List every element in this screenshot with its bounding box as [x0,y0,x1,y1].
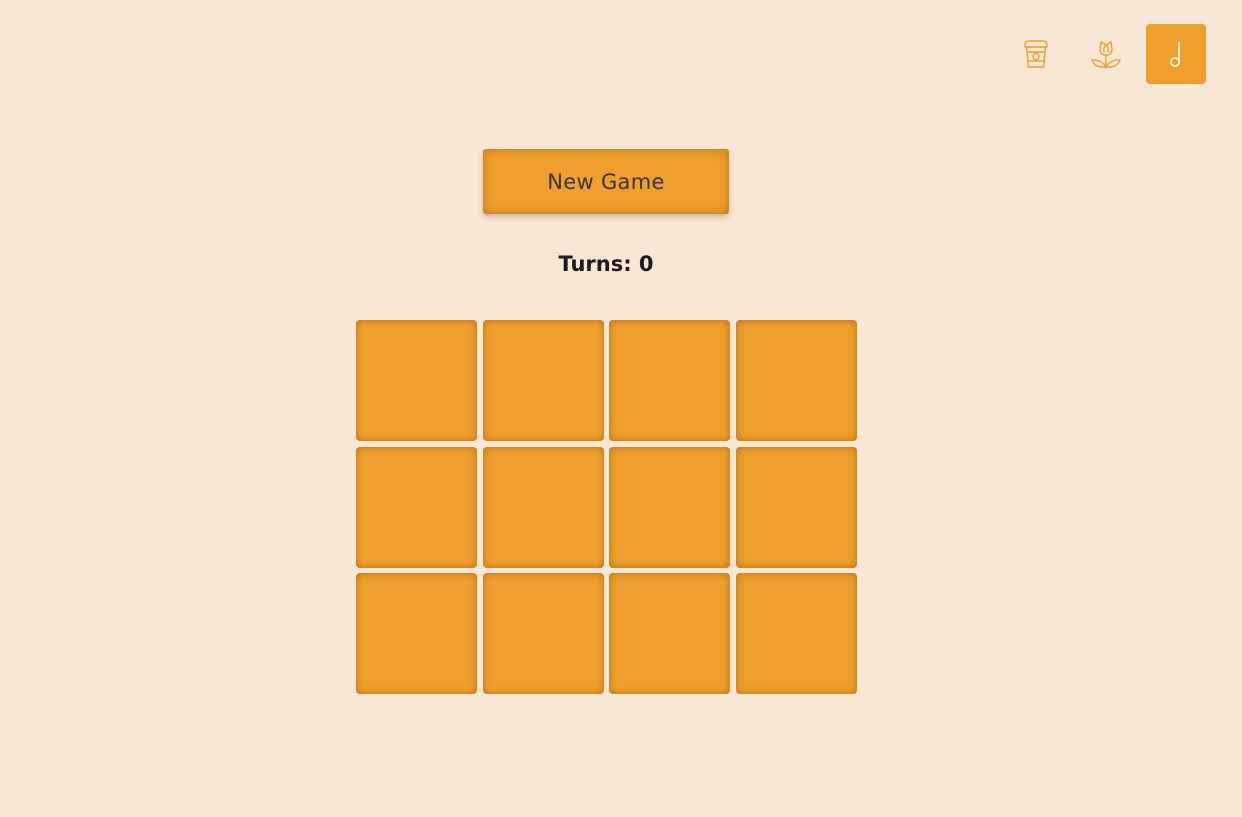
turns-value: 0 [638,252,654,276]
memory-card[interactable] [609,573,730,694]
theme-selector [1006,24,1206,84]
memory-card[interactable] [356,320,477,441]
memory-card[interactable] [356,573,477,694]
memory-card[interactable] [482,320,604,441]
turns-counter: Turns: 0 [0,252,1212,276]
flower-icon [1091,41,1121,69]
memory-card[interactable] [735,573,857,694]
coffee-theme-button[interactable] [1006,24,1066,84]
memory-card[interactable] [609,320,730,441]
coffee-cup-icon [1024,40,1048,68]
new-game-button[interactable]: New Game [483,149,729,214]
turns-label: Turns: [558,252,632,276]
memory-card[interactable] [735,446,857,568]
memory-card[interactable] [482,446,604,568]
flower-theme-button[interactable] [1076,24,1136,84]
music-note-icon [1170,41,1180,67]
memory-card[interactable] [735,320,857,441]
memory-card[interactable] [356,446,477,568]
music-theme-button[interactable] [1146,24,1206,84]
memory-card[interactable] [609,446,730,568]
card-grid [356,320,857,694]
memory-card[interactable] [482,573,604,694]
